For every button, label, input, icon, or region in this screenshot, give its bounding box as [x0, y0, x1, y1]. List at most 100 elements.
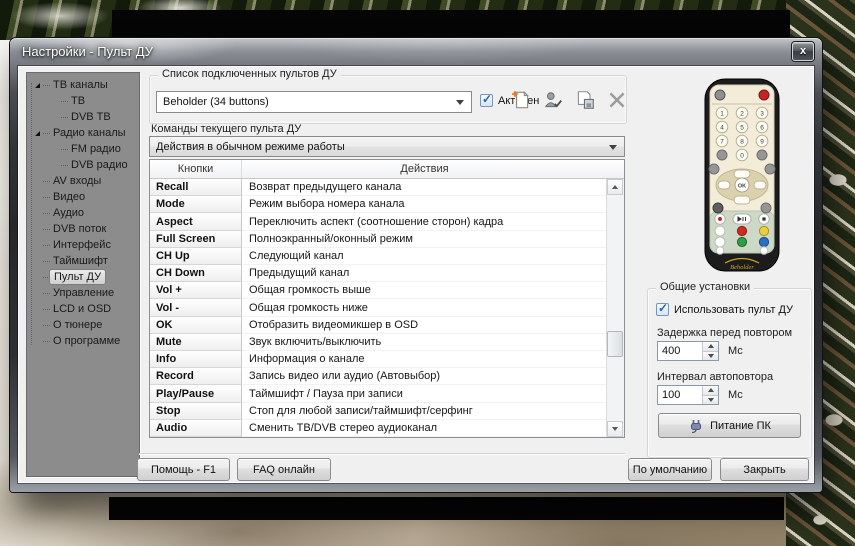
table-row[interactable]: Vol - Общая громкость ниже: [150, 299, 606, 316]
action-cell[interactable]: Отобразить видеомикшер в OSD: [242, 317, 606, 334]
sidebar-item[interactable]: DVB радио: [27, 157, 139, 173]
sidebar-item[interactable]: AV входы: [27, 173, 139, 189]
sidebar-item[interactable]: ТВ: [27, 93, 139, 109]
remote-white-button: [715, 237, 725, 247]
spin-up-button[interactable]: [703, 342, 718, 352]
button-cell[interactable]: CH Down: [150, 265, 242, 282]
tree-expander-icon[interactable]: [35, 131, 40, 136]
button-cell[interactable]: Stop: [150, 403, 242, 420]
command-mode-dropdown[interactable]: Действия в обычном режиме работы: [149, 136, 625, 157]
button-cell[interactable]: Mute: [150, 334, 242, 351]
action-cell[interactable]: Переключить аспект (соотношение сторон) …: [242, 213, 606, 230]
button-cell[interactable]: Vol -: [150, 299, 242, 316]
button-cell[interactable]: Mode: [150, 196, 242, 213]
tree-connector: [43, 85, 50, 86]
sidebar-item[interactable]: DVB поток: [27, 221, 139, 237]
use-remote-checkbox-row[interactable]: ✓ Использовать пульт ДУ: [656, 303, 793, 316]
action-cell[interactable]: Запись видео или аудио (Автовыбор): [242, 368, 606, 385]
table-row[interactable]: Vol + Общая громкость выше: [150, 282, 606, 299]
edit-remote-button[interactable]: [540, 87, 566, 113]
titlebar[interactable]: Настройки - Пульт ДУ: [10, 38, 822, 66]
table-row[interactable]: Recall Возврат предыдущего канала: [150, 179, 606, 196]
action-cell[interactable]: Режим выбора номера канала: [242, 196, 606, 213]
delete-remote-button[interactable]: [604, 87, 630, 113]
table-row[interactable]: Info Информация о канале: [150, 351, 606, 368]
button-cell[interactable]: OK: [150, 317, 242, 334]
sidebar-item[interactable]: Пульт ДУ: [27, 269, 139, 285]
table-row[interactable]: Mute Звук включить/выключить: [150, 334, 606, 351]
table-row[interactable]: CH Down Предыдущий канал: [150, 265, 606, 282]
action-cell[interactable]: Возврат предыдущего канала: [242, 179, 606, 196]
sidebar-item[interactable]: LCD и OSD: [27, 301, 139, 317]
table-row[interactable]: OK Отобразить видеомикшер в OSD: [150, 317, 606, 334]
sidebar-item[interactable]: Аудио: [27, 205, 139, 221]
defaults-button[interactable]: По умолчанию: [628, 458, 712, 481]
button-cell[interactable]: Vol +: [150, 282, 242, 299]
column-header-buttons[interactable]: Кнопки: [150, 160, 242, 178]
action-cell[interactable]: Сменить ТВ/DVB стерео аудиоканал: [242, 420, 606, 437]
table-row[interactable]: Record Запись видео или аудио (Автовыбор…: [150, 368, 606, 385]
sidebar-item[interactable]: Видео: [27, 189, 139, 205]
sidebar-item[interactable]: О программе: [27, 333, 139, 349]
scroll-down-button[interactable]: [607, 421, 623, 437]
remote-power-button: [759, 90, 769, 100]
action-cell[interactable]: Общая громкость ниже: [242, 299, 606, 316]
chevron-down-icon: [609, 145, 617, 150]
sidebar-item[interactable]: Интерфейс: [27, 237, 139, 253]
action-cell[interactable]: Стоп для любой записи/таймшифт/серфинг: [242, 403, 606, 420]
tree-expander-icon[interactable]: [35, 83, 40, 88]
button-cell[interactable]: CH Up: [150, 248, 242, 265]
table-scrollbar[interactable]: [606, 179, 624, 437]
action-cell[interactable]: Полноэкранный/оконный режим: [242, 231, 606, 248]
help-button[interactable]: Помощь - F1: [137, 458, 230, 481]
table-row[interactable]: CH Up Следующий канал: [150, 248, 606, 265]
action-cell[interactable]: Звук включить/выключить: [242, 334, 606, 351]
command-mode-value: Действия в обычном режиме работы: [156, 141, 345, 153]
check-icon: ✓: [482, 92, 492, 106]
button-cell[interactable]: Info: [150, 351, 242, 368]
action-cell[interactable]: Информация о канале: [242, 351, 606, 368]
use-remote-checkbox[interactable]: ✓: [656, 303, 669, 316]
button-cell[interactable]: Audio: [150, 420, 242, 437]
button-cell[interactable]: Aspect: [150, 213, 242, 230]
faq-button[interactable]: FAQ онлайн: [237, 458, 331, 481]
table-row[interactable]: Stop Стоп для любой записи/таймшифт/серф…: [150, 403, 606, 420]
sidebar-item[interactable]: О тюнере: [27, 317, 139, 333]
new-remote-button[interactable]: [508, 87, 534, 113]
column-header-actions[interactable]: Действия: [242, 160, 607, 178]
sidebar-item[interactable]: ТВ каналы: [27, 77, 139, 93]
action-cell[interactable]: Общая громкость выше: [242, 282, 606, 299]
scroll-up-button[interactable]: [607, 179, 623, 195]
repeat-delay-input[interactable]: [658, 342, 702, 360]
sidebar-item[interactable]: DVB ТВ: [27, 109, 139, 125]
table-row[interactable]: Full Screen Полноэкранный/оконный режим: [150, 231, 606, 248]
sidebar-item[interactable]: Радио каналы: [27, 125, 139, 141]
button-cell[interactable]: Recall: [150, 179, 242, 196]
table-row[interactable]: Mode Режим выбора номера канала: [150, 196, 606, 213]
spin-down-button[interactable]: [703, 352, 718, 361]
button-cell[interactable]: Record: [150, 368, 242, 385]
close-dialog-button[interactable]: Закрыть: [720, 458, 809, 481]
action-cell[interactable]: Предыдущий канал: [242, 265, 606, 282]
save-remote-button[interactable]: [572, 87, 598, 113]
pc-power-button[interactable]: Питание ПК: [658, 413, 801, 438]
action-cell[interactable]: Таймшифт / Пауза при записи: [242, 385, 606, 402]
spin-down-button[interactable]: [703, 396, 718, 405]
table-row[interactable]: Aspect Переключить аспект (соотношение с…: [150, 213, 606, 230]
remote-select-dropdown[interactable]: Beholder (34 buttons): [156, 91, 472, 113]
sidebar-item[interactable]: FM радио: [27, 141, 139, 157]
table-row[interactable]: Play/Pause Таймшифт / Пауза при записи: [150, 385, 606, 402]
close-button[interactable]: x: [792, 42, 814, 61]
active-checkbox[interactable]: ✓: [480, 94, 493, 107]
svg-text:1: 1: [720, 110, 724, 117]
repeat-interval-input[interactable]: [658, 386, 702, 404]
scrollbar-thumb[interactable]: [607, 331, 623, 357]
action-cell[interactable]: Следующий канал: [242, 248, 606, 265]
table-row[interactable]: Audio Сменить ТВ/DVB стерео аудиоканал: [150, 420, 606, 437]
tree-connector: [43, 197, 50, 198]
sidebar-item[interactable]: Управление: [27, 285, 139, 301]
button-cell[interactable]: Full Screen: [150, 231, 242, 248]
button-cell[interactable]: Play/Pause: [150, 385, 242, 402]
spin-up-button[interactable]: [703, 386, 718, 396]
sidebar-item[interactable]: Таймшифт: [27, 253, 139, 269]
